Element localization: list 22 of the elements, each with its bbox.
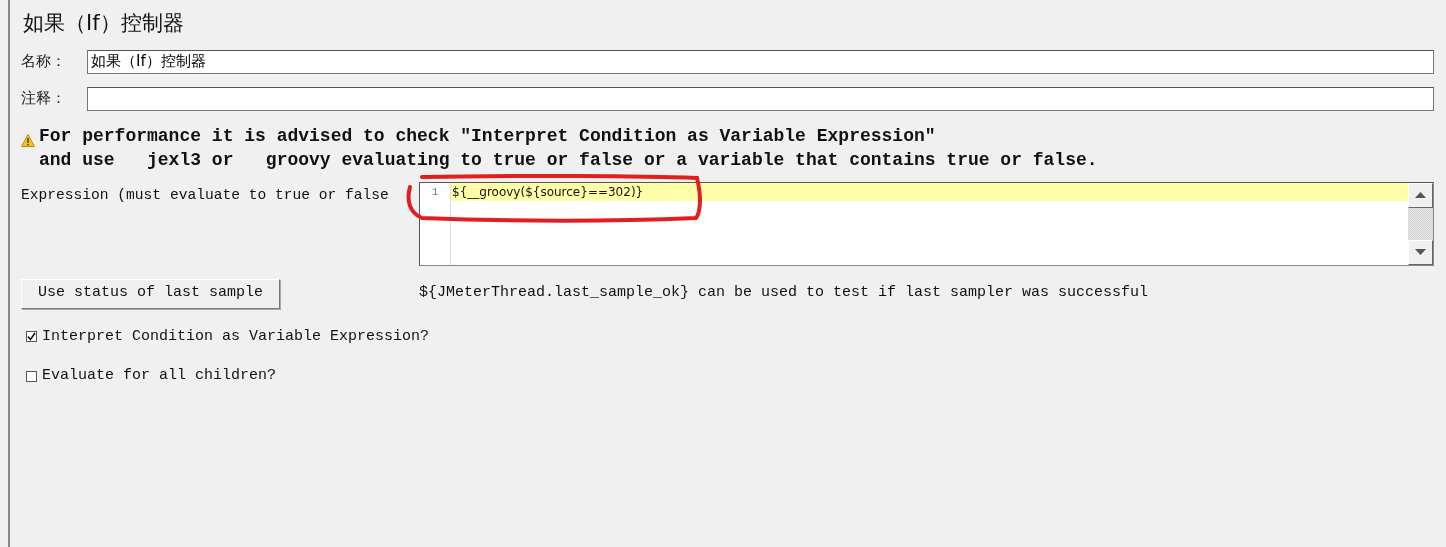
checkbox-label: Evaluate for all children? <box>42 366 277 386</box>
scroll-up-button[interactable] <box>1408 182 1433 208</box>
warning-text: and use jexl3 or groovy evaluating to true or false or a variable that contains true or false. <box>39 148 1098 172</box>
down-arrow-icon <box>1415 249 1426 255</box>
checkbox-label: Interpret Condition as Variable Expression? <box>42 326 430 347</box>
use-status-button[interactable]: Use status of last sample <box>21 278 280 309</box>
up-arrow-icon <box>1415 192 1426 198</box>
text-field[interactable]: 如果（If）控制器 <box>87 49 1434 74</box>
text-field[interactable] <box>87 86 1434 111</box>
hint-text: ${JMeterThread.last_sample_ok} can be used to test if last sampler was successful <box>419 283 1149 304</box>
expression-label: Expression (must evaluate to true or false <box>21 185 390 205</box>
checkbox[interactable] <box>26 331 37 343</box>
scroll-down-button[interactable] <box>1408 239 1433 265</box>
field-label: 注释： <box>21 88 67 110</box>
warning-icon <box>21 133 35 147</box>
checkbox[interactable] <box>26 370 37 382</box>
panel-title: 如果（If）控制器 <box>23 10 185 37</box>
field-label: 名称： <box>21 51 67 73</box>
scrollbar[interactable] <box>1408 182 1433 265</box>
warning-text: For performance it is advised to check "Interpret Condition as Variable Expression" <box>39 124 937 148</box>
line-number: 1 <box>430 184 440 200</box>
code-editor[interactable]: 1 ${__groovy(${source}==302)} <box>419 181 1434 266</box>
